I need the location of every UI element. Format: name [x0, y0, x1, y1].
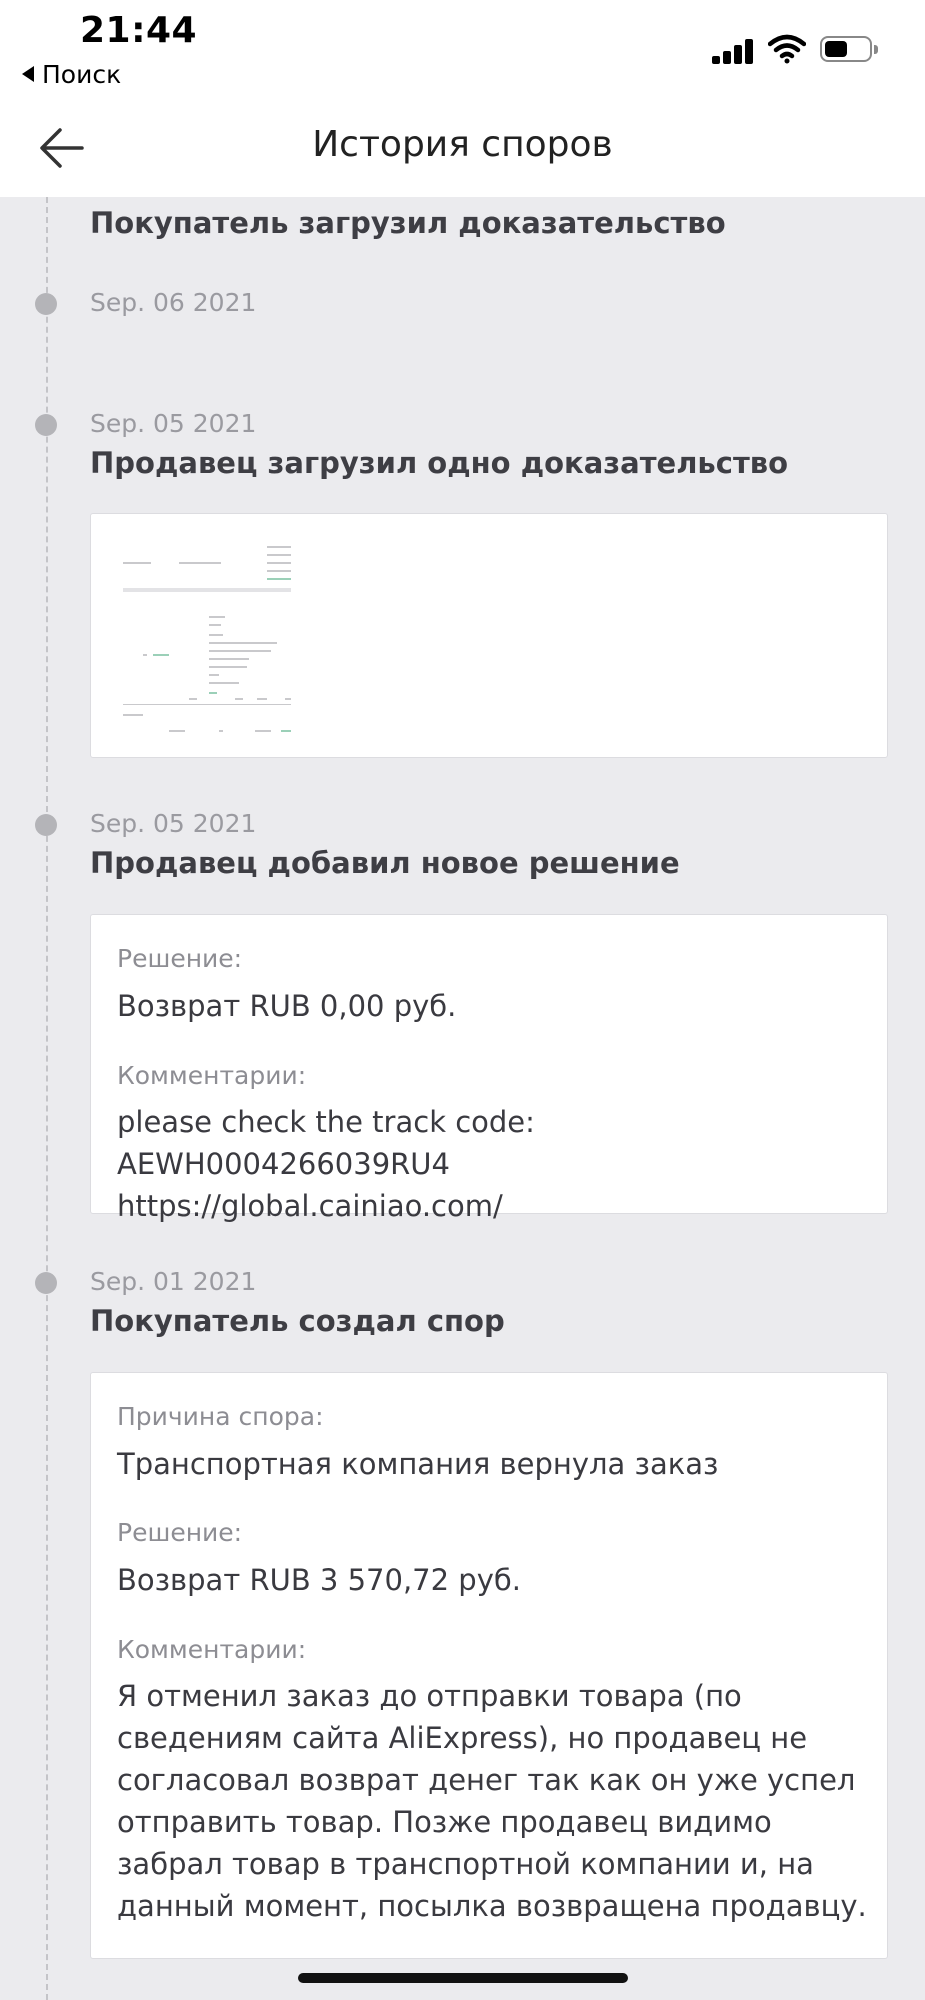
back-to-app-link[interactable]: Поиск	[22, 60, 121, 89]
evidence-card	[90, 513, 888, 758]
event-date: Sep. 01 2021	[90, 1267, 257, 1296]
comment-line: забрал товар в транспортной компании и, …	[117, 1847, 814, 1881]
comments-value: please check the track code: AEWH0004266…	[117, 1101, 867, 1227]
event-date: Sep. 05 2021	[90, 809, 257, 838]
dispute-reason-label: Причина спора:	[117, 1402, 324, 1431]
comments-value: Я отменил заказ до отправки товара (по с…	[117, 1675, 867, 1927]
solution-label: Решение:	[117, 944, 243, 973]
timeline-dot	[35, 814, 57, 836]
comment-line: данный момент, посылка возвращена продав…	[117, 1889, 867, 1923]
dispute-reason-value: Транспортная компания вернула заказ	[117, 1447, 719, 1481]
solution-value: Возврат RUB 3 570,72 руб.	[117, 1563, 521, 1597]
timeline-dot	[35, 414, 57, 436]
solution-card: Решение: Возврат RUB 0,00 руб. Комментар…	[90, 914, 888, 1223]
comment-line: please check the track code: AEWH0004266…	[117, 1105, 535, 1181]
event-title: Покупатель загрузил доказательство	[90, 206, 726, 240]
comment-line: сведениям сайта AliExpress), но продавец…	[117, 1721, 808, 1755]
evidence-document-thumbnail[interactable]	[119, 542, 299, 732]
wifi-icon	[768, 34, 806, 64]
solution-label: Решение:	[117, 1518, 243, 1547]
comments-label: Комментарии:	[117, 1635, 307, 1664]
status-time: 21:44	[80, 10, 198, 51]
back-triangle-icon	[22, 66, 34, 82]
comment-line: согласовал возврат денег так как он уже …	[117, 1763, 856, 1797]
dispute-history-timeline[interactable]: Покупатель загрузил доказательство Sep. …	[0, 197, 925, 2000]
event-date: Sep. 06 2021	[90, 288, 257, 317]
comment-line: Я отменил заказ до отправки товара (по	[117, 1679, 742, 1713]
comments-label: Комментарии:	[117, 1061, 307, 1090]
solution-value: Возврат RUB 0,00 руб.	[117, 989, 457, 1023]
back-to-app-label: Поиск	[42, 60, 122, 89]
event-date: Sep. 05 2021	[90, 409, 257, 438]
event-title: Покупатель создал спор	[90, 1304, 505, 1338]
timeline-line	[46, 197, 48, 2000]
timeline-dot	[35, 293, 57, 315]
status-bar: 21:44 Поиск	[0, 0, 925, 100]
dispute-card: Причина спора: Транспортная компания вер…	[90, 1372, 888, 1959]
home-indicator[interactable]	[298, 1973, 628, 1983]
page-header: История споров	[0, 100, 925, 197]
comment-line: https://global.cainiao.com/	[117, 1189, 503, 1223]
battery-icon	[820, 36, 878, 62]
event-title: Продавец добавил новое решение	[90, 846, 680, 880]
cellular-signal-icon	[712, 38, 754, 64]
comment-line: отправить товар. Позже продавец видимо	[117, 1805, 772, 1839]
timeline-dot	[35, 1272, 57, 1294]
event-title: Продавец загрузил одно доказательство	[90, 446, 789, 480]
page-title: История споров	[312, 124, 613, 165]
